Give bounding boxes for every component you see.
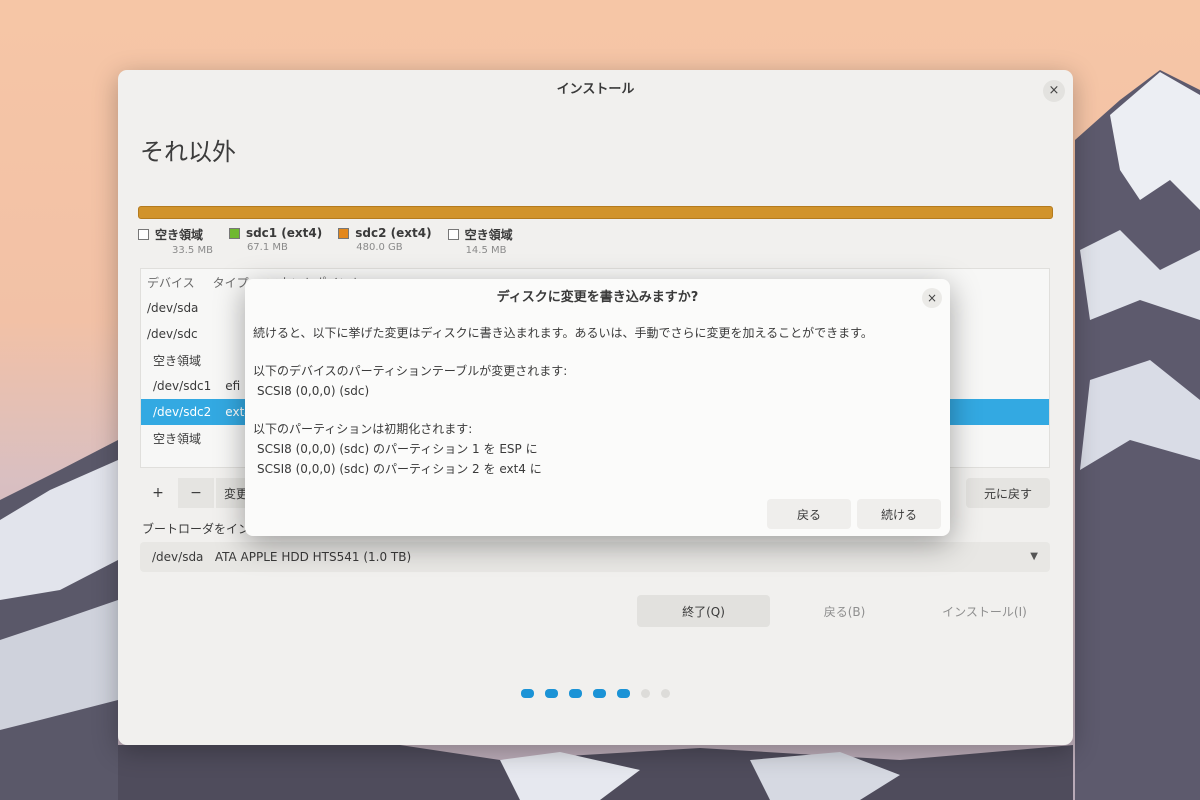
format-heading: 以下のパーティションは初期化されます: bbox=[253, 422, 473, 436]
step-dot-pending bbox=[661, 689, 670, 698]
dialog-title: ディスクに変更を書き込みますか? bbox=[496, 290, 699, 305]
device-cell: 空き領域 bbox=[153, 353, 202, 368]
legend-item: sdc2 (ext4) 480.0 GB bbox=[338, 226, 432, 256]
partition-table-heading: 以下のデバイスのパーティションテーブルが変更されます: bbox=[253, 364, 568, 378]
legend-label: 空き領域 bbox=[464, 228, 513, 242]
device-cell: /dev/sdc bbox=[147, 327, 198, 341]
free-space-swatch-icon bbox=[138, 229, 149, 240]
sdc2-swatch-icon bbox=[338, 227, 350, 239]
device-cell: /dev/sdc1 bbox=[153, 379, 212, 393]
step-dot-complete bbox=[569, 689, 582, 698]
back-button[interactable]: 戻る(B) bbox=[778, 595, 911, 627]
legend-label: 空き領域 bbox=[155, 228, 204, 242]
device-cell: /dev/sda bbox=[147, 301, 199, 315]
write-changes-dialog: ディスクに変更を書き込みますか? × 続けると、以下に挙げた変更はディスクに書き… bbox=[245, 279, 950, 536]
legend-size: 67.1 MB bbox=[246, 242, 288, 253]
step-dot-complete bbox=[593, 689, 606, 698]
window-close-icon[interactable]: × bbox=[1043, 80, 1065, 102]
step-dot-complete bbox=[545, 689, 558, 698]
page-title: それ以外 bbox=[140, 138, 236, 166]
legend-item: sdc1 (ext4) 67.1 MB bbox=[228, 226, 323, 256]
quit-button[interactable]: 終了(Q) bbox=[637, 595, 770, 627]
remove-partition-button[interactable]: − bbox=[178, 478, 214, 508]
revert-button[interactable]: 元に戻す bbox=[966, 478, 1050, 508]
type-cell: efi bbox=[225, 379, 241, 393]
legend-size: 33.5 MB bbox=[172, 245, 213, 256]
disk-usage-bar bbox=[138, 206, 1053, 219]
step-dot-complete bbox=[617, 689, 630, 698]
legend-size: 480.0 GB bbox=[356, 242, 403, 253]
bootloader-selected-value: /dev/sda ATA APPLE HDD HTS541 (1.0 TB) bbox=[152, 550, 412, 564]
legend-label: sdc1 (ext4) bbox=[245, 226, 323, 240]
format-item: SCSI8 (0,0,0) (sdc) のパーティション 1 を ESP に bbox=[257, 442, 538, 456]
dialog-intro: 続けると、以下に挙げた変更はディスクに書き込まれます。あるいは、手動でさらに変更… bbox=[253, 326, 873, 340]
legend-item: 空き領域 33.5 MB bbox=[138, 226, 213, 256]
install-now-button[interactable]: インストール(I) bbox=[918, 595, 1051, 627]
bootloader-device-select[interactable]: /dev/sda ATA APPLE HDD HTS541 (1.0 TB) ▼ bbox=[140, 542, 1050, 572]
device-cell: /dev/sdc2 bbox=[153, 405, 212, 419]
dropdown-arrow-icon: ▼ bbox=[1030, 551, 1038, 562]
step-progress-dots bbox=[521, 689, 670, 698]
window-title: インストール bbox=[556, 82, 635, 97]
legend-label: sdc2 (ext4) bbox=[355, 226, 432, 240]
partition-legend: 空き領域 33.5 MB sdc1 (ext4) 67.1 MB sdc2 (e… bbox=[138, 226, 513, 256]
free-space-swatch-icon bbox=[447, 229, 459, 240]
legend-item: 空き領域 14.5 MB bbox=[447, 226, 513, 256]
column-header[interactable]: デバイス bbox=[147, 274, 195, 291]
dialog-close-icon[interactable]: × bbox=[922, 288, 942, 308]
step-dot-pending bbox=[641, 689, 650, 698]
dialog-body: 続けると、以下に挙げた変更はディスクに書き込まれます。あるいは、手動でさらに変更… bbox=[253, 323, 873, 479]
legend-size: 14.5 MB bbox=[465, 245, 507, 256]
format-item: SCSI8 (0,0,0) (sdc) のパーティション 2 を ext4 に bbox=[257, 462, 542, 476]
column-header[interactable]: タイプ bbox=[213, 274, 249, 291]
add-partition-button[interactable]: + bbox=[140, 478, 176, 508]
sdc1-swatch-icon bbox=[228, 227, 240, 239]
device-cell: 空き領域 bbox=[153, 431, 202, 446]
dialog-back-button[interactable]: 戻る bbox=[767, 499, 851, 529]
partition-table-device: SCSI8 (0,0,0) (sdc) bbox=[257, 384, 370, 398]
step-dot-complete bbox=[521, 689, 534, 698]
dialog-continue-button[interactable]: 続ける bbox=[857, 499, 941, 529]
